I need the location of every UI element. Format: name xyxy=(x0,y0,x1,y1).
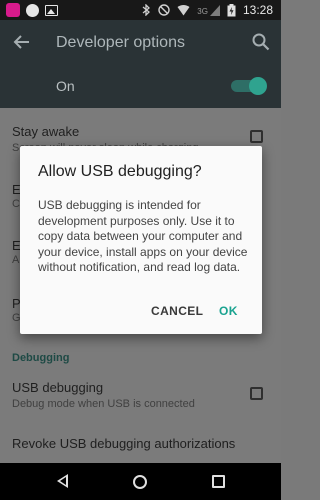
chat-notification-icon xyxy=(6,3,20,17)
usb-debugging-row[interactable]: USB debugging Debug mode when USB is con… xyxy=(0,370,281,418)
search-icon[interactable] xyxy=(251,32,271,52)
app-bar: Developer options On xyxy=(0,20,281,108)
allow-usb-debugging-dialog: Allow USB debugging? USB debugging is in… xyxy=(20,146,262,334)
image-notification-icon xyxy=(45,4,58,16)
status-bar: 3G 13:28 xyxy=(0,0,281,20)
row-title: USB debugging xyxy=(12,380,104,395)
do-not-disturb-icon xyxy=(158,4,170,16)
dialog-title: Allow USB debugging? xyxy=(38,163,202,180)
signal-bars-icon xyxy=(209,4,220,16)
usb-debugging-checkbox[interactable] xyxy=(250,387,263,400)
bluetooth-icon xyxy=(142,4,151,16)
nav-back-icon[interactable] xyxy=(57,474,68,488)
magnifier-icon xyxy=(252,33,270,51)
wifi-icon xyxy=(177,4,190,15)
master-switch-label: On xyxy=(56,78,75,94)
page-title: Developer options xyxy=(56,34,185,51)
navigation-bar xyxy=(0,463,281,500)
cell-signal-icon: 3G xyxy=(197,4,220,16)
network-type-label: 3G xyxy=(197,6,208,16)
back-arrow-icon[interactable] xyxy=(12,32,32,52)
battery-charging-icon xyxy=(227,3,236,16)
toggle-thumb xyxy=(249,77,267,95)
row-summary: Debug mode when USB is connected xyxy=(12,398,195,410)
ok-button[interactable]: OK xyxy=(219,304,238,318)
section-header-debugging: Debugging xyxy=(12,352,70,364)
arrow-left-icon xyxy=(13,35,29,49)
nav-home-icon[interactable] xyxy=(133,475,147,489)
clock: 13:28 xyxy=(242,3,273,17)
cancel-button[interactable]: CANCEL xyxy=(151,304,203,318)
revoke-authorizations-row[interactable]: Revoke USB debugging authorizations xyxy=(0,426,281,462)
row-title: Revoke USB debugging authorizations xyxy=(12,436,236,451)
row-title: Stay awake xyxy=(12,124,80,139)
stay-awake-checkbox[interactable] xyxy=(250,130,263,143)
dialog-message: USB debugging is intended for developmen… xyxy=(38,198,248,274)
developer-options-toggle[interactable] xyxy=(231,77,267,95)
row-summary: A xyxy=(12,254,20,266)
nav-recents-icon[interactable] xyxy=(212,475,225,488)
circle-notification-icon xyxy=(26,3,39,17)
